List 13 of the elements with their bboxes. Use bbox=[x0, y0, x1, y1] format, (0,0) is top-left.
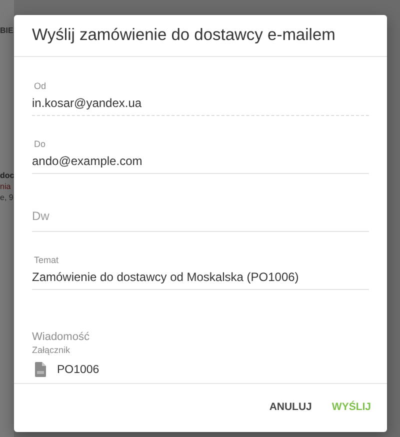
cancel-button[interactable]: ANULUJ bbox=[261, 395, 320, 419]
dialog-title: Wyślij zamówienie do dostawcy e-mailem bbox=[32, 26, 336, 45]
field-label: Do bbox=[33, 139, 47, 149]
background-text: BIE bbox=[0, 25, 14, 36]
field-label: Temat bbox=[33, 255, 60, 265]
field-label: Od bbox=[33, 81, 48, 91]
background-text: doc bbox=[0, 170, 14, 181]
attachment-label: Załącznik bbox=[32, 345, 72, 355]
message-label: Wiadomość bbox=[32, 331, 90, 343]
background-text: e, 9 bbox=[0, 192, 14, 203]
background-text: nia bbox=[0, 181, 12, 192]
pdf-file-icon bbox=[35, 362, 46, 377]
attachment-link[interactable]: PO1006 bbox=[57, 364, 100, 376]
